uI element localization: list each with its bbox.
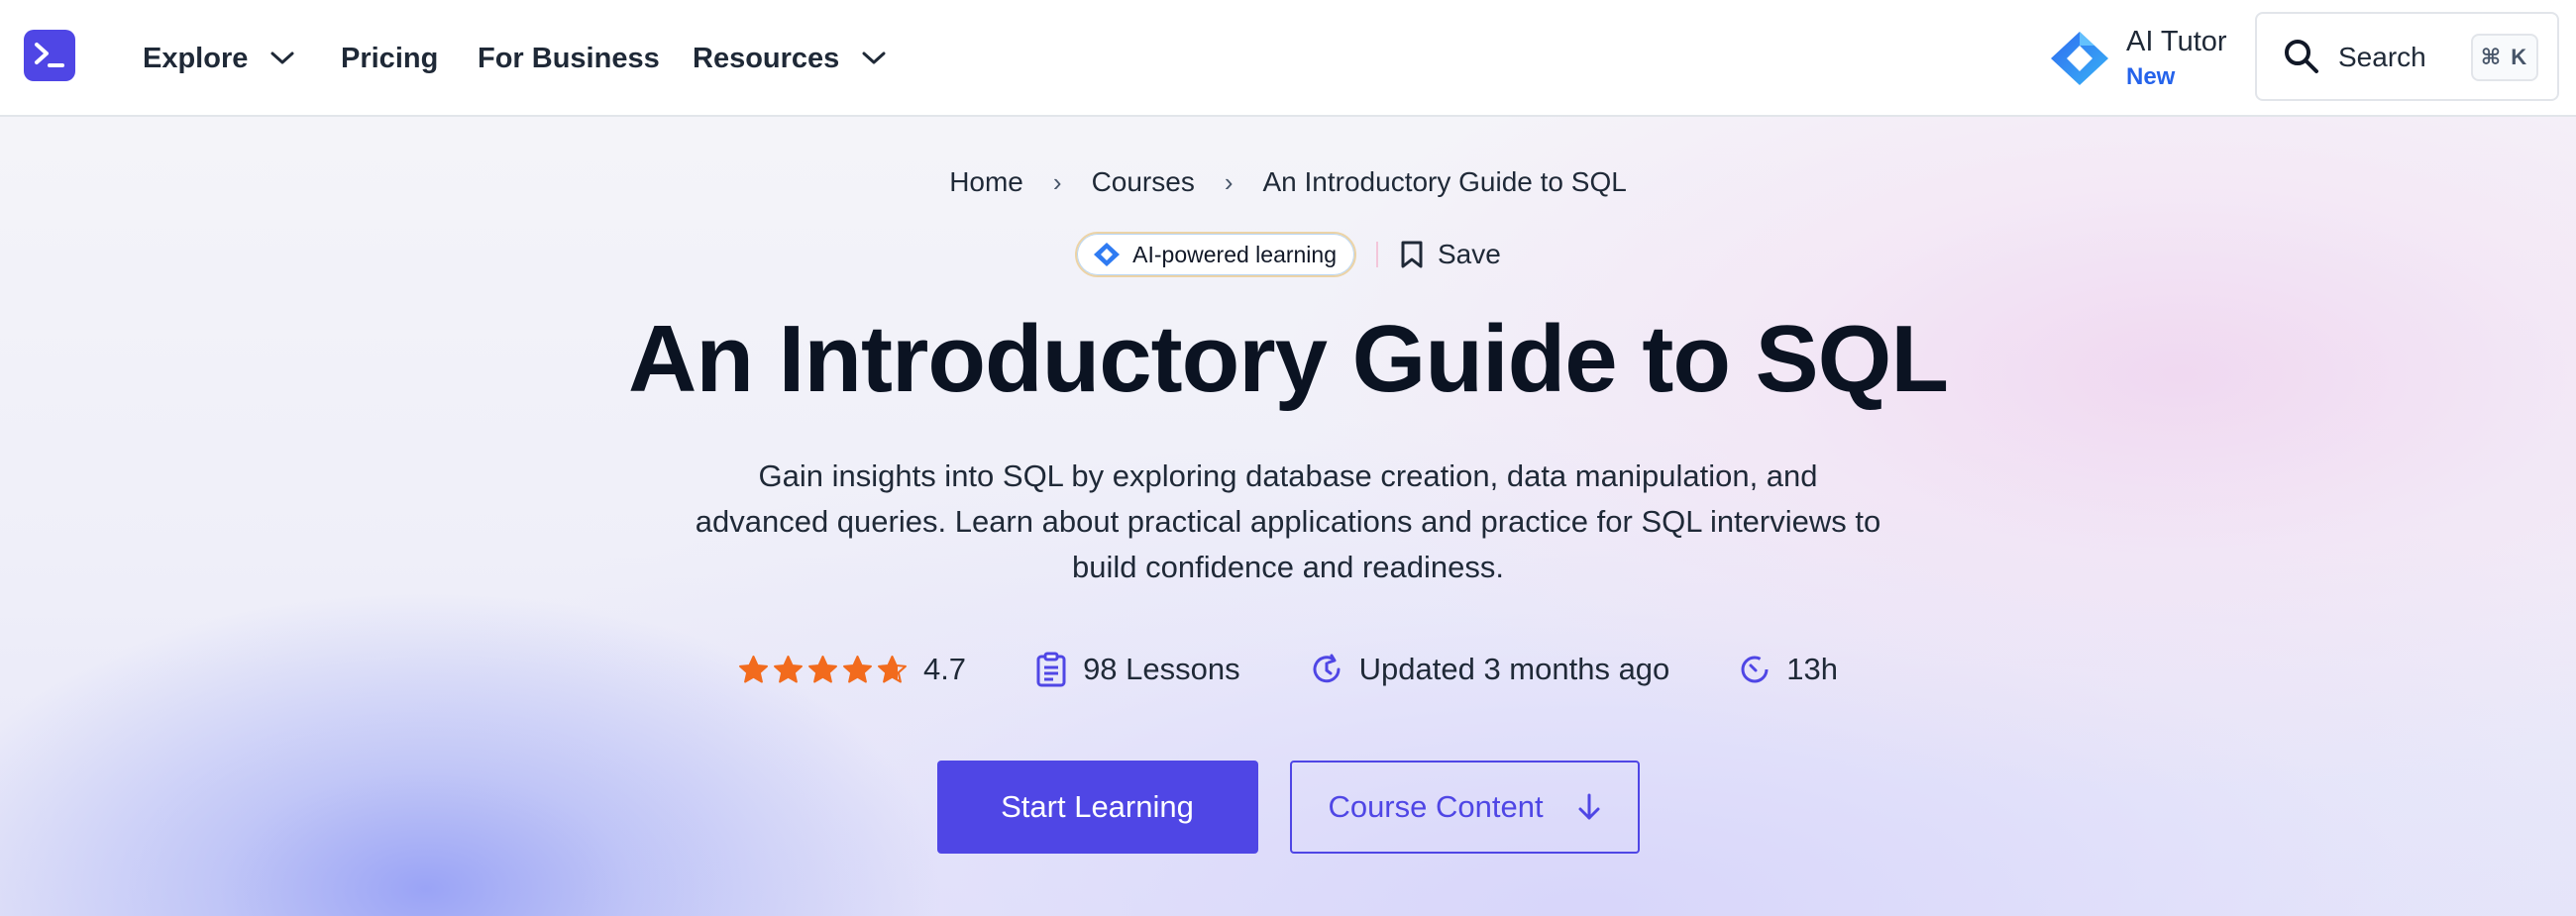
badge-row: AI-powered learning Save [0,232,2576,277]
nav-explore-label: Explore [143,42,249,74]
chevron-right-icon: › [1224,166,1234,197]
hero-actions: Start Learning Course Content [0,761,2576,854]
lessons-count: 98 Lessons [1083,652,1240,686]
course-hero: Home › Courses › An Introductory Guide t… [0,117,2576,916]
search-shortcut-key: ⌘ K [2471,34,2538,81]
star-half-icon [877,656,907,683]
ai-tutor-diamond-icon [2051,32,2108,85]
save-button[interactable]: Save [1400,239,1501,270]
ai-powered-badge[interactable]: AI-powered learning [1075,232,1356,277]
course-stats: 4.7 98 Lessons Updated 3 months ago 13h [0,652,2576,687]
top-navbar: Explore Pricing For Business Resources A [0,0,2576,117]
page-title: An Introductory Guide to SQL [628,306,1949,412]
ai-tutor-link[interactable]: AI Tutor New [2049,24,2237,93]
nav-resources-label: Resources [693,42,840,74]
updated-text: Updated 3 months ago [1358,652,1670,686]
nav-resources[interactable]: Resources [693,0,887,117]
star-full-icon [738,656,768,683]
breadcrumb-courses[interactable]: Courses [1092,166,1195,198]
rating-value: 4.7 [922,652,967,686]
duration-text: 13h [1786,652,1839,686]
breadcrumb: Home › Courses › An Introductory Guide t… [0,166,2576,198]
ai-tutor-label: AI Tutor [2126,26,2227,57]
updated-stat: Updated 3 months ago [1310,652,1670,687]
search-icon [2285,40,2318,73]
brand-logo[interactable] [24,30,75,81]
nav-for-business-label: For Business [478,42,660,74]
chevron-right-icon: › [1052,166,1062,197]
arrow-down-icon [1578,793,1600,820]
refresh-clock-icon [1313,654,1341,683]
ai-diamond-icon [1094,243,1121,266]
ai-tutor-new-badge: New [2126,63,2176,90]
nav-explore[interactable]: Explore [143,0,295,117]
course-description: Gain insights into SQL by exploring data… [695,458,1881,584]
lessons-stat: 98 Lessons [1035,652,1240,687]
divider [1376,242,1378,267]
star-full-icon [807,656,837,683]
star-full-icon [842,656,872,683]
bookmark-icon [1401,241,1423,268]
save-label: Save [1438,239,1501,269]
chevron-down-icon [862,51,886,64]
chevron-down-icon [270,51,294,64]
star-full-icon [773,656,803,683]
course-content-button[interactable]: Course Content [1289,761,1640,854]
nav-for-business[interactable]: For Business [478,0,660,117]
breadcrumb-home[interactable]: Home [949,166,1023,198]
rating-stars [738,655,908,684]
terminal-icon [35,43,64,67]
clipboard-list-icon [1036,652,1066,687]
nav-pricing[interactable]: Pricing [341,0,438,117]
search-button[interactable]: Search ⌘ K [2255,12,2559,101]
rating-stat: 4.7 [738,652,966,687]
ai-powered-label: AI-powered learning [1132,241,1337,267]
nav-pricing-label: Pricing [341,42,439,74]
duration-stat: 13h [1739,652,1838,687]
timer-icon [1741,656,1769,683]
course-content-label: Course Content [1328,789,1544,824]
search-label: Search [2338,42,2426,72]
breadcrumb-current[interactable]: An Introductory Guide to SQL [1263,166,1627,198]
start-learning-button[interactable]: Start Learning [936,761,1258,854]
